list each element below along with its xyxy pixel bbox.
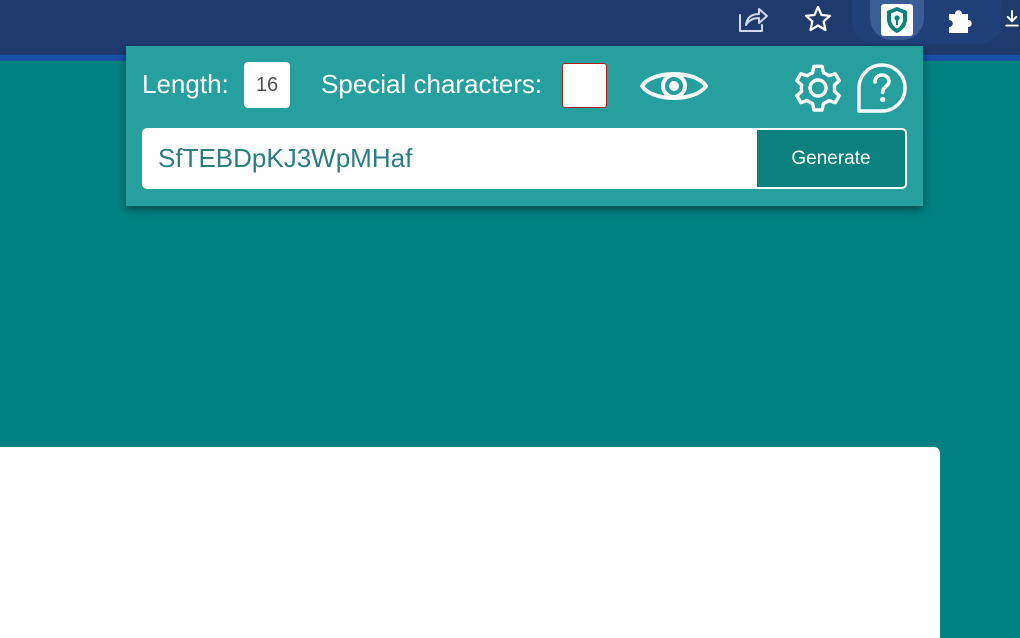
password-generator-extension-icon[interactable] [870, 0, 924, 40]
password-output[interactable] [144, 130, 756, 187]
page-content-card [0, 447, 940, 638]
length-label: Length: [142, 69, 229, 99]
special-characters-checkbox[interactable] [562, 63, 607, 108]
password-output-row: Generate [142, 128, 907, 189]
help-button[interactable] [854, 60, 910, 116]
download-icon[interactable] [1004, 0, 1020, 38]
length-input[interactable] [244, 62, 290, 108]
special-characters-label: Special characters: [321, 69, 543, 99]
share-icon[interactable] [733, 0, 773, 38]
star-icon[interactable] [798, 0, 838, 38]
puzzle-icon[interactable] [940, 0, 980, 38]
eye-icon [640, 72, 708, 100]
settings-button[interactable] [790, 60, 846, 116]
gear-icon [795, 64, 841, 112]
show-password-button[interactable] [638, 62, 710, 110]
password-generator-popup: Length: Special characters: Generate [126, 46, 923, 206]
help-icon [857, 63, 907, 113]
generate-button[interactable]: Generate [757, 130, 905, 187]
